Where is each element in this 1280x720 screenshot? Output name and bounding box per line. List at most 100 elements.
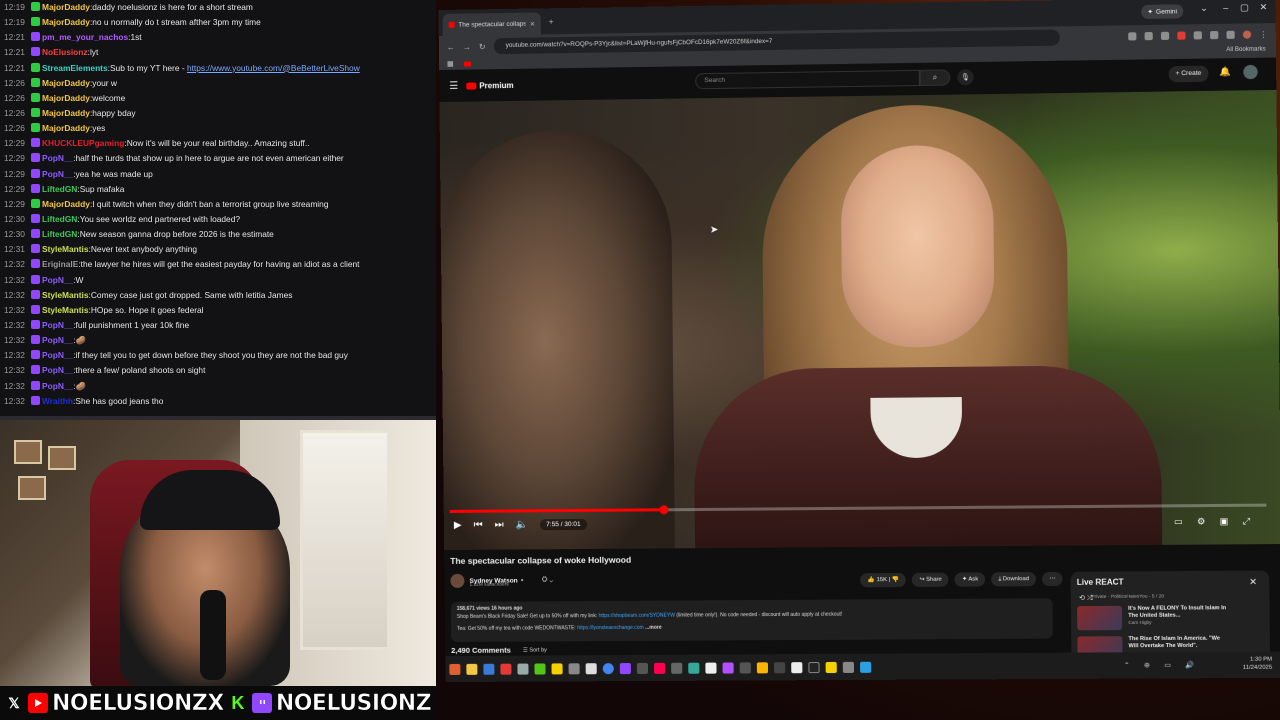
settings-gear-icon[interactable]: ⚙: [1197, 516, 1205, 527]
taskbar-app-icon[interactable]: [791, 661, 803, 673]
more-link[interactable]: ...more: [645, 625, 662, 631]
miniplayer-icon[interactable]: ▣: [1220, 516, 1229, 527]
playlist-title[interactable]: Live REACT: [1077, 577, 1263, 587]
taskbar-app-icon[interactable]: [500, 663, 512, 675]
chat-username[interactable]: pm_me_your_nachos: [42, 32, 128, 42]
more-actions-icon[interactable]: ⋯: [1042, 571, 1063, 587]
description-link[interactable]: https://shopbeam.com/SYDNEYW: [599, 613, 675, 619]
cast-icon[interactable]: [1128, 31, 1137, 40]
download-button[interactable]: ⤓ Download: [991, 572, 1037, 587]
mic-icon[interactable]: 🎙: [957, 69, 974, 86]
taskbar-app-icon[interactable]: [756, 661, 769, 673]
chat-username[interactable]: KHUCKLEUPgaming: [42, 138, 124, 148]
profile-icon[interactable]: [1242, 29, 1252, 39]
play-icon[interactable]: ▶: [454, 520, 462, 531]
shuffle-icon[interactable]: ⤮: [1087, 595, 1093, 602]
chat-username[interactable]: LiftedGN: [42, 214, 77, 224]
browser-tab[interactable]: The spectacular collapse of woke ×: [442, 12, 541, 36]
chat-username[interactable]: PopN__: [42, 350, 73, 360]
chat-username[interactable]: PopN__: [42, 169, 73, 179]
chat-username[interactable]: PopN__: [42, 335, 73, 345]
channel-avatar[interactable]: [450, 573, 465, 588]
taskbar-clock[interactable]: 1:30 PM 11/24/2025: [1243, 656, 1273, 672]
chat-username[interactable]: MajorDaddy: [42, 78, 90, 88]
like-button[interactable]: 👍 15K | 👎: [860, 572, 907, 588]
loop-icon[interactable]: ⟲: [1079, 595, 1085, 602]
taskbar-app-icon[interactable]: [705, 662, 717, 674]
create-button[interactable]: + Create: [1168, 65, 1209, 83]
chat-username[interactable]: MajorDaddy: [42, 2, 90, 12]
taskbar-app-icon[interactable]: [722, 661, 734, 674]
hamburger-menu-icon[interactable]: ☰: [449, 80, 458, 91]
search-icon[interactable]: ⌕: [919, 69, 951, 87]
next-icon[interactable]: ⏭: [495, 520, 504, 531]
taskbar-app-icon[interactable]: [671, 662, 683, 674]
reload-icon[interactable]: ↻: [479, 42, 486, 51]
sort-by-button[interactable]: ☰ Sort by: [523, 647, 547, 653]
bookmark-star-icon[interactable]: [1160, 31, 1170, 40]
ask-button[interactable]: ✦ Ask: [954, 572, 986, 587]
taskbar-app-icon[interactable]: [449, 663, 461, 675]
youtube-premium-logo[interactable]: Premium: [466, 80, 514, 90]
progress-scrubber[interactable]: [659, 505, 669, 515]
chat-username[interactable]: MajorDaddy: [42, 123, 90, 133]
all-bookmarks-link[interactable]: All Bookmarks: [1226, 46, 1265, 53]
kebab-menu-icon[interactable]: ⋮: [1259, 30, 1267, 39]
chat-username[interactable]: MajorDaddy: [42, 93, 90, 103]
volume-icon[interactable]: 🔈: [516, 519, 529, 530]
taskbar-app-icon[interactable]: [517, 663, 529, 675]
notification-bell-dropdown-icon[interactable]: ⛭ ⌄: [542, 576, 553, 584]
chat-username[interactable]: StreamElements: [42, 63, 108, 73]
taskbar-app-icon[interactable]: [585, 662, 597, 674]
youtube-bookmark-icon[interactable]: [463, 61, 471, 67]
chat-username[interactable]: MajorDaddy: [42, 108, 90, 118]
chat-username[interactable]: Wraithh: [42, 396, 73, 406]
previous-icon[interactable]: ⏮: [474, 520, 483, 531]
tiktok-icon[interactable]: [653, 662, 666, 674]
captions-icon[interactable]: ▭: [1174, 516, 1183, 527]
notifications-bell-icon[interactable]: 🔔: [1219, 66, 1231, 77]
chat-username[interactable]: StyleMantis: [42, 290, 89, 300]
taskbar-app-icon[interactable]: [688, 662, 700, 674]
chat-username[interactable]: NoElusionz: [42, 47, 88, 57]
maximize-icon[interactable]: ▢: [1240, 2, 1249, 13]
taskbar-app-icon[interactable]: [860, 661, 872, 673]
close-window-icon[interactable]: ✕: [1259, 2, 1267, 13]
chat-username[interactable]: PopN__: [42, 153, 73, 163]
chat-username[interactable]: LiftedGN: [42, 229, 77, 239]
apps-grid-icon[interactable]: ▦: [447, 60, 454, 68]
chat-username[interactable]: EriginalE: [42, 259, 78, 269]
chat-username[interactable]: MajorDaddy: [42, 199, 90, 209]
account-avatar[interactable]: [1243, 64, 1258, 80]
video-player[interactable]: ➤ ▶ ⏮ ⏭ 🔈 7:55 / 30:01 ▭ ⚙ ▣ ⤢: [439, 89, 1280, 550]
file-explorer-icon[interactable]: [466, 663, 478, 675]
playlist-item[interactable]: It's Now A FELONY To Insult Islam In The…: [1077, 605, 1264, 631]
description-box[interactable]: 158,671 views 16 hours ago Shop Beam's B…: [450, 598, 1053, 642]
system-tray-icons[interactable]: ⌃ ⊕ ▭ 🔊: [1124, 661, 1201, 669]
search-input[interactable]: Search: [695, 69, 920, 90]
taskbar-app-icon[interactable]: [483, 663, 495, 675]
taskbar-app-icon[interactable]: [842, 661, 855, 673]
gemini-button[interactable]: ✦ Gemini: [1141, 4, 1184, 20]
taskbar-app-icon[interactable]: [825, 661, 837, 673]
chat-username[interactable]: PopN__: [42, 320, 73, 330]
sidebar-icon[interactable]: [1210, 30, 1219, 39]
taskbar-app-icon[interactable]: [534, 662, 546, 675]
record-extension-icon[interactable]: [1177, 31, 1186, 40]
chat-username[interactable]: StyleMantis: [42, 244, 89, 254]
chat-username[interactable]: MajorDaddy: [42, 17, 90, 27]
taskbar-app-icon[interactable]: [568, 662, 580, 674]
download-icon[interactable]: [1226, 30, 1235, 39]
chat-username[interactable]: PopN__: [42, 381, 73, 391]
close-icon[interactable]: ✕: [1249, 577, 1257, 588]
chat-username[interactable]: StyleMantis: [42, 305, 89, 315]
chat-username[interactable]: PopN__: [42, 365, 73, 375]
extensions-icon[interactable]: [1193, 30, 1202, 39]
new-tab-icon[interactable]: +: [549, 17, 554, 26]
tab-close-icon[interactable]: ×: [530, 19, 535, 28]
tab-search-icon[interactable]: ⌄: [1200, 3, 1208, 14]
taskbar-app-icon[interactable]: [773, 661, 786, 673]
zoom-icon[interactable]: [1144, 31, 1153, 40]
chat-username[interactable]: PopN__: [42, 275, 73, 285]
twitch-app-icon[interactable]: [619, 662, 631, 674]
